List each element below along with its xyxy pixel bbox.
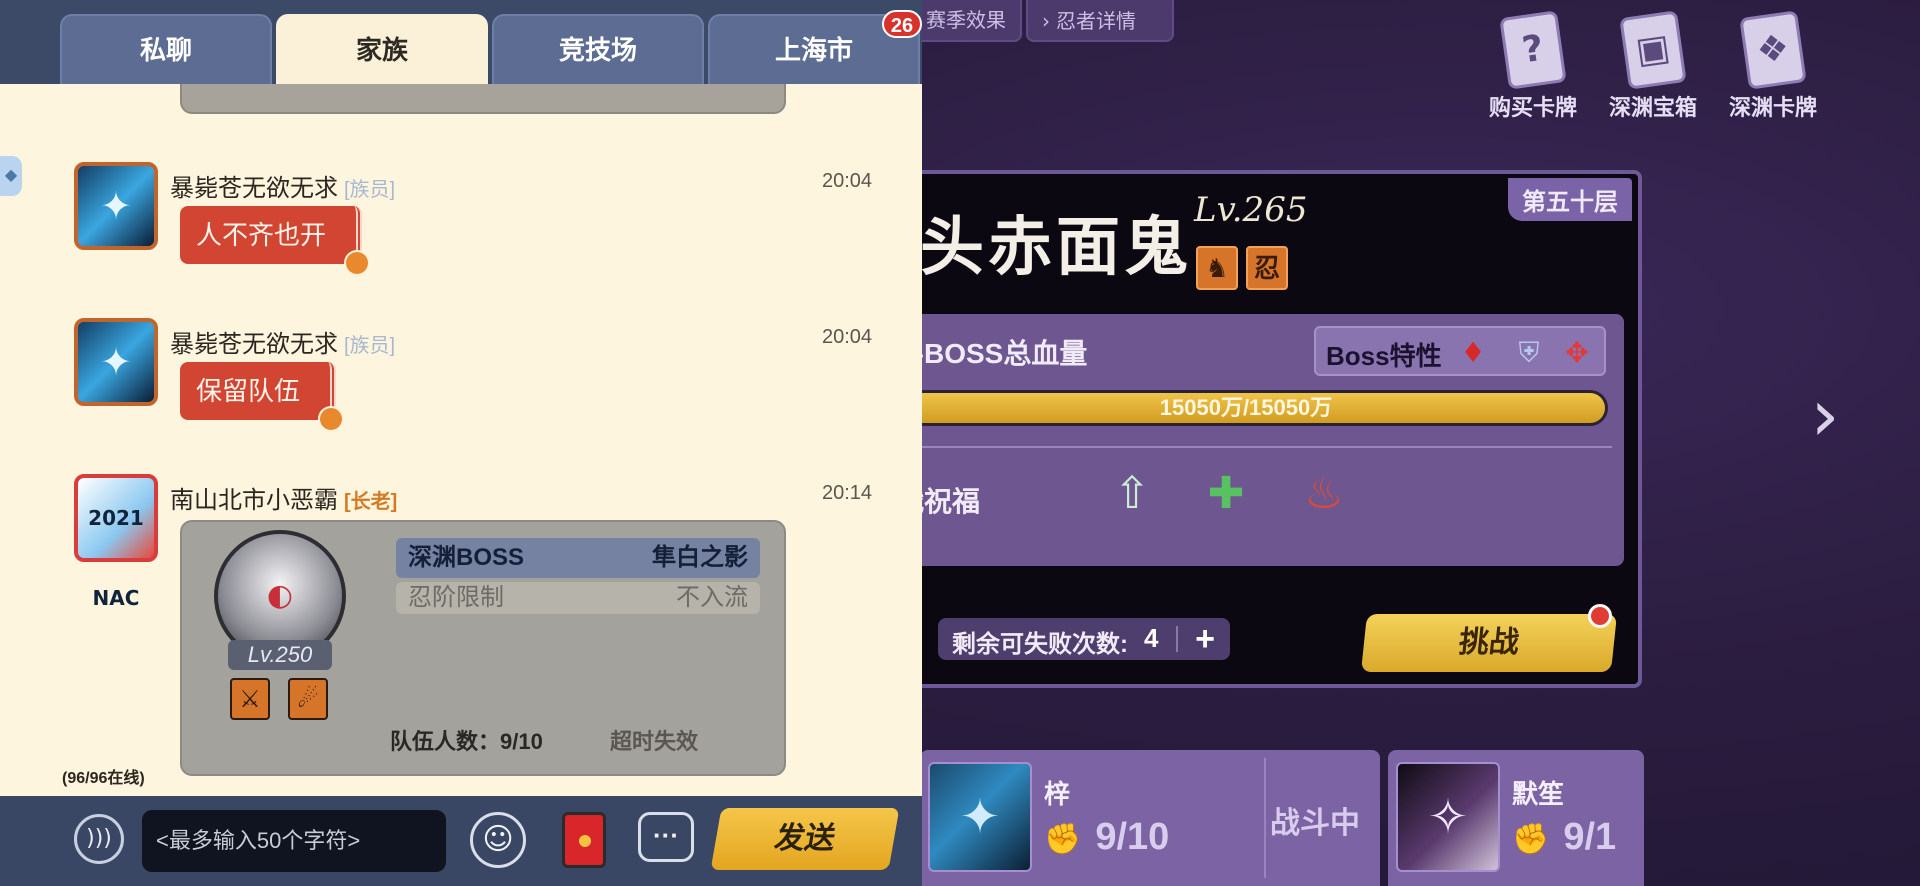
- voice-icon[interactable]: ))): [74, 814, 124, 864]
- team-name: 默笙: [1512, 779, 1565, 809]
- remaining-fails: 剩余可失败次数: 4 +: [938, 618, 1230, 660]
- abyss-chest-label: 深渊宝箱: [1608, 95, 1697, 120]
- notification-dot: [1588, 604, 1612, 628]
- invite-limit-row: 忍阶限制 不入流: [396, 582, 760, 614]
- shield-icon[interactable]: ⛨: [1512, 336, 1546, 370]
- tab-private[interactable]: 私聊: [60, 14, 272, 84]
- season-effect-tab[interactable]: 赛季效果: [910, 0, 1022, 42]
- abyss-chest-icon: ▣: [1619, 10, 1687, 90]
- sender-name: 南山北市小恶霸 [长老]: [170, 487, 398, 514]
- avatar: ✦: [928, 762, 1032, 872]
- boss-traits[interactable]: Boss特性 ♦ ⛨ ✥: [1314, 326, 1606, 376]
- avatar[interactable]: ✦: [74, 162, 158, 250]
- buy-card-button[interactable]: ? 购买卡牌: [1478, 10, 1588, 122]
- invite-expired: 超时失效: [610, 729, 699, 754]
- floor-tag: 第五十层: [1508, 178, 1632, 221]
- fist-icon: ✊: [1044, 822, 1082, 857]
- boss-level: Lv.265: [1194, 190, 1308, 230]
- invite-boss-row: 深渊BOSS 隼白之影: [396, 538, 760, 578]
- team-status: 战斗中: [1270, 807, 1360, 840]
- chat-input-bar: ))) ☺ ··· 发送: [0, 796, 922, 886]
- unread-badge: 26: [882, 10, 922, 38]
- team-count: ✊ 9/1: [1512, 816, 1617, 858]
- message-bubble: 人不齐也开: [180, 206, 371, 276]
- team-card[interactable]: ✧ 默笙 ✊ 9/1: [1388, 750, 1644, 886]
- team-invite-card[interactable]: ◐ Lv.250 ⚔ ☄ 深渊BOSS 隼白之影 忍阶限制 不入流 队伍人数：9/1…: [180, 520, 786, 776]
- boss-name: 头赤面鬼: [920, 210, 1192, 285]
- abyss-card-icon: ❖: [1739, 10, 1807, 90]
- chat-panel: 私聊 家族 竞技场 上海市 26 ◆ ✦ 暴毙苍无欲无求 [族员] 20:04 人…: [0, 0, 922, 886]
- boss-traits-label: Boss特性: [1326, 341, 1442, 371]
- sword-skill-icon: ⚔: [230, 678, 270, 720]
- tab-arena[interactable]: 竞技场: [492, 14, 704, 84]
- abyss-chest-button[interactable]: ▣ 深渊宝箱: [1598, 10, 1708, 122]
- message-time: 20:14: [822, 482, 873, 504]
- remaining-fails-label: 剩余可失败次数:: [952, 631, 1128, 658]
- bubble-knot-icon: [344, 250, 371, 276]
- challenge-button[interactable]: 挑战: [1360, 614, 1618, 672]
- team-name: 梓: [1044, 779, 1071, 809]
- invite-level: Lv.250: [228, 640, 332, 670]
- boss-hp-label: 层BOSS总血量: [896, 338, 1088, 369]
- sender-rank: [族员]: [344, 179, 396, 201]
- avatar[interactable]: ✦: [74, 318, 158, 406]
- ninja-detail-tab[interactable]: › 忍者详情: [1026, 0, 1174, 42]
- boss-ninja-icon: 忍: [1246, 246, 1288, 290]
- crest-icon[interactable]: ✥: [1560, 336, 1594, 370]
- emoji-icon[interactable]: ☺: [470, 812, 526, 868]
- team-card[interactable]: ✦ 梓 ✊ 9/10 战斗中: [920, 750, 1380, 886]
- remaining-fails-count: 4: [1144, 623, 1159, 653]
- fist-icon: ✊: [1512, 822, 1550, 857]
- sender-rank: [族员]: [344, 335, 396, 357]
- claw-skill-icon: ☄: [288, 678, 328, 720]
- add-fails-button[interactable]: +: [1186, 620, 1224, 658]
- chat-messages[interactable]: ◆ ✦ 暴毙苍无欲无求 [族员] 20:04 人不齐也开 ✦ 暴毙苍无欲无求 [族员…: [0, 84, 922, 796]
- fire-blessing-icon[interactable]: ♨: [1294, 464, 1354, 524]
- avatar: ✧: [1396, 762, 1500, 872]
- red-packet-icon[interactable]: [562, 812, 606, 868]
- sender-rank: [长老]: [344, 491, 398, 513]
- divider: [1176, 626, 1178, 652]
- abyss-card-label: 深渊卡牌: [1728, 95, 1817, 120]
- next-floor-arrow-icon[interactable]: ›: [1800, 379, 1850, 451]
- heal-blessing-icon[interactable]: ✚: [1196, 464, 1256, 524]
- blood-drop-icon[interactable]: ♦: [1456, 336, 1490, 370]
- team-count: ✊ 9/10: [1044, 816, 1170, 858]
- online-count: (96/96在线): [62, 770, 145, 787]
- chevron-right-icon: ›: [1042, 9, 1050, 33]
- side-pin-icon[interactable]: ◆: [0, 156, 22, 196]
- boss-hp-text: 15050万/15050万: [1159, 395, 1333, 420]
- chat-tabbar: 私聊 家族 竞技场 上海市 26: [0, 0, 922, 84]
- buy-card-label: 购买卡牌: [1488, 95, 1577, 120]
- divider: [1264, 758, 1266, 878]
- boss-element-icon: ♞: [1196, 246, 1238, 290]
- previous-message-card: [180, 84, 786, 114]
- divider: [896, 446, 1612, 448]
- message-time: 20:04: [822, 326, 873, 348]
- message-bubble: 保留队伍: [180, 362, 345, 432]
- sender-name: 暴毙苍无欲无求 [族员]: [170, 331, 396, 358]
- invite-team-size: 队伍人数：9/10: [390, 729, 543, 754]
- team-blessing-icon[interactable]: ⇧: [1102, 464, 1162, 524]
- message-time: 20:04: [822, 170, 873, 192]
- buy-card-icon: ?: [1499, 10, 1567, 90]
- sender-name: 暴毙苍无欲无求 [族员]: [170, 175, 396, 202]
- chat-bubble-icon[interactable]: ···: [638, 812, 694, 862]
- bubble-knot-icon: [318, 406, 345, 432]
- tab-clan[interactable]: 家族: [276, 14, 488, 84]
- boss-info: 层BOSS总血量 Boss特性 ♦ ⛨ ✥ 15050万/15050万 战祝福 …: [884, 314, 1624, 566]
- boss-hp-bar: 15050万/15050万: [884, 390, 1608, 426]
- message-input[interactable]: [142, 810, 446, 872]
- avatar[interactable]: 2021 NAC: [74, 474, 158, 610]
- send-button[interactable]: 发送: [710, 808, 900, 870]
- abyss-card-button[interactable]: ❖ 深渊卡牌: [1718, 10, 1828, 122]
- boss-panel: 第五十层 头赤面鬼 Lv.265 ♞ 忍 层BOSS总血量 Boss特性 ♦ ⛨…: [880, 170, 1642, 688]
